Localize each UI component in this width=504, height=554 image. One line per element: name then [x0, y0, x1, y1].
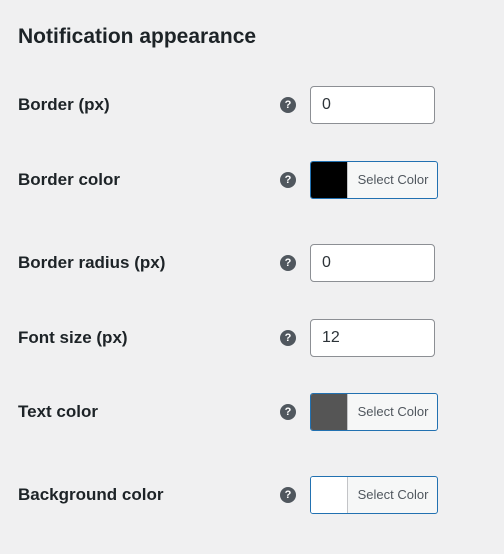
- background-color-swatch: [311, 477, 348, 513]
- help-icon[interactable]: ?: [280, 487, 296, 503]
- font-size-input[interactable]: [310, 319, 435, 357]
- border-color-row: Border color ? Select Color: [0, 161, 504, 199]
- help-icon[interactable]: ?: [280, 255, 296, 271]
- border-color-picker-button[interactable]: Select Color: [310, 161, 438, 199]
- border-input[interactable]: [310, 86, 435, 124]
- section-title: Notification appearance: [18, 25, 257, 48]
- background-color-label: Background color: [18, 485, 164, 504]
- border-radius-row: Border radius (px) ?: [0, 244, 504, 282]
- font-size-row: Font size (px) ?: [0, 319, 504, 357]
- text-color-label: Text color: [18, 402, 98, 421]
- text-color-swatch: [311, 394, 348, 430]
- select-color-label: Select Color: [357, 487, 429, 502]
- font-size-label: Font size (px): [18, 328, 128, 347]
- background-color-row: Background color ? Select Color: [0, 476, 504, 514]
- border-radius-input[interactable]: [310, 244, 435, 282]
- border-radius-label: Border radius (px): [18, 253, 166, 272]
- background-color-picker-button[interactable]: Select Color: [310, 476, 438, 514]
- help-icon[interactable]: ?: [280, 404, 296, 420]
- text-color-row: Text color ? Select Color: [0, 393, 504, 431]
- select-color-label: Select Color: [357, 404, 429, 419]
- border-row: Border (px) ?: [0, 86, 504, 124]
- help-icon[interactable]: ?: [280, 97, 296, 113]
- border-color-swatch: [311, 162, 348, 198]
- notification-appearance-settings: Notification appearance Border (px) ? Bo…: [0, 0, 504, 554]
- text-color-picker-button[interactable]: Select Color: [310, 393, 438, 431]
- border-label: Border (px): [18, 95, 110, 114]
- help-icon[interactable]: ?: [280, 172, 296, 188]
- select-color-label: Select Color: [357, 172, 429, 187]
- border-color-label: Border color: [18, 170, 121, 189]
- help-icon[interactable]: ?: [280, 330, 296, 346]
